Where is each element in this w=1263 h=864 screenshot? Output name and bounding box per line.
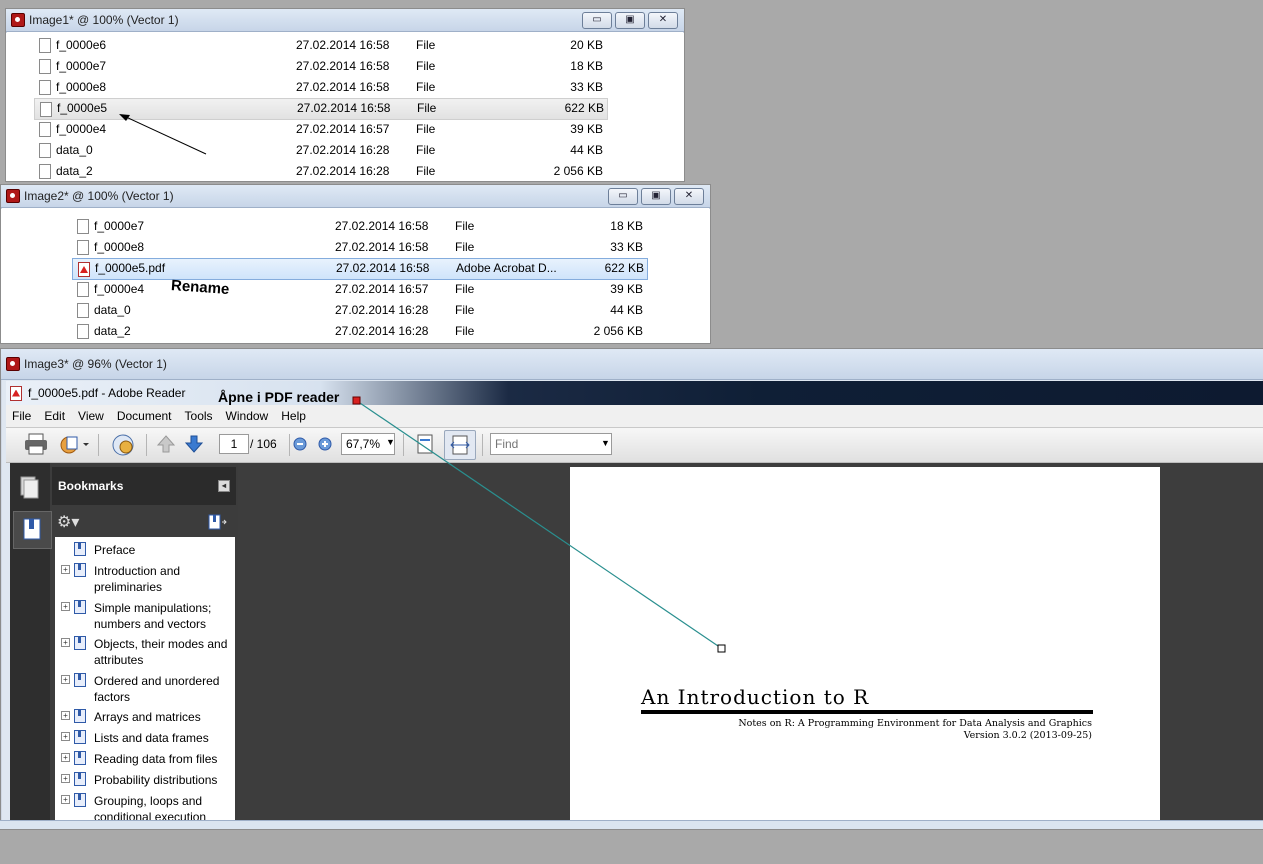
window-bottom-border bbox=[0, 820, 1263, 829]
connector-line-annotation bbox=[352, 396, 726, 653]
